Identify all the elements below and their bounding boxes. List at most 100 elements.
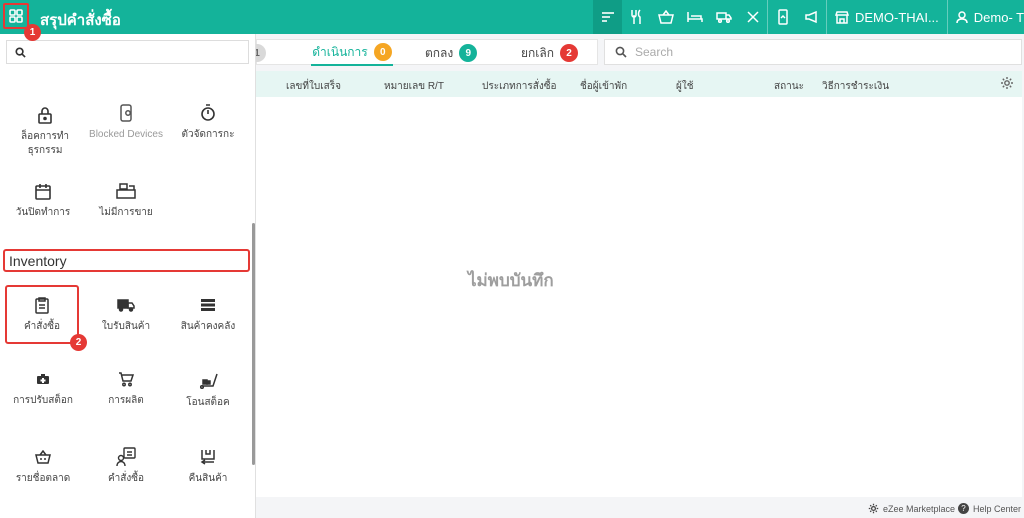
property-selector[interactable]: DEMO-THAI... xyxy=(827,10,947,25)
column-header[interactable]: หมายเลข R/T xyxy=(384,79,444,94)
menu-item-blocked-devices[interactable]: Blocked Devices xyxy=(86,102,166,142)
footer: eZee Marketplace ? Help Center xyxy=(256,500,1024,518)
empty-state-text: ไม่พบบันทึก xyxy=(468,271,554,290)
menu-item-label: โอนสต็อค xyxy=(186,397,230,408)
menu-item-label: Blocked Devices xyxy=(89,129,163,140)
mobile-nav-button[interactable] xyxy=(768,0,797,34)
column-header[interactable]: ผู้ใช้ xyxy=(676,79,694,94)
truck-icon xyxy=(715,12,732,23)
menu-item-label: คำสั่งซื้อ xyxy=(23,321,61,332)
cart-icon xyxy=(119,372,134,387)
tab-count-badge: 0 xyxy=(373,43,392,61)
column-header[interactable]: สถานะ xyxy=(774,79,804,94)
fork-knife-icon xyxy=(630,9,641,24)
step-marker: 1 xyxy=(24,24,41,41)
menu-item-label: สินค้าคงคลัง xyxy=(180,321,236,332)
tab-in-progress[interactable]: ดำเนินการ 0 xyxy=(311,40,393,66)
menu-item-label: คำสั่งซื้อ xyxy=(107,473,145,484)
room-nav-button[interactable] xyxy=(680,0,709,34)
menu-item-label: ล็อคการทำธุรกรรม xyxy=(20,131,70,156)
menu-item-no-sale[interactable]: ไม่มีการขาย xyxy=(86,180,166,220)
app-menu-panel: ล็อคการทำธุรกรรม Blocked Devices ตัวจัดก… xyxy=(0,34,256,518)
menu-item-label: ตัวจัดการกะ xyxy=(181,129,235,140)
megaphone-icon xyxy=(804,10,817,24)
menu-item-stock-adjustment[interactable]: การปรับสต็อก xyxy=(3,368,83,408)
menu-item-stock-inventory[interactable]: สินค้าคงคลัง xyxy=(168,294,248,334)
column-header[interactable]: วิธีการชำระเงิน xyxy=(822,79,889,94)
mobile-icon xyxy=(777,9,788,25)
blocked-device-icon xyxy=(120,104,132,122)
user-menu[interactable]: Demo- Thail... xyxy=(948,10,1024,25)
basket-icon xyxy=(657,10,674,24)
help-label: Help Center xyxy=(973,503,1022,514)
tab-count-badge: 9 xyxy=(459,44,478,62)
menu-item-label: ไม่มีการขาย xyxy=(99,207,153,218)
menu-item-purchase-order-user[interactable]: คำสั่งซื้อ xyxy=(86,446,166,486)
menu-item-label: การผลิต xyxy=(108,395,144,406)
tab-label: ดำเนินการ xyxy=(312,44,368,59)
tools-icon xyxy=(746,11,759,23)
section-inventory: Inventory xyxy=(3,249,250,272)
menu-search-input[interactable] xyxy=(32,45,232,59)
sort-lines-icon xyxy=(601,12,614,22)
app-menu-button[interactable] xyxy=(3,3,29,29)
search-icon xyxy=(15,46,26,58)
basket-icon xyxy=(35,450,51,464)
grid-icon xyxy=(9,9,23,23)
user-order-icon xyxy=(116,447,136,467)
menu-item-production[interactable]: การผลิต xyxy=(86,368,166,408)
medkit-icon xyxy=(37,374,49,384)
tab-cancelled[interactable]: ยกเลิก 2 xyxy=(521,40,579,66)
menu-item-purchase-order[interactable]: คำสั่งซื้อ xyxy=(2,294,82,334)
page-title: สรุปคำสั่งซื้อ xyxy=(40,12,121,29)
help-icon: ? xyxy=(958,503,969,514)
menu-item-shift-manager[interactable]: ตัวจัดการกะ xyxy=(168,102,248,142)
delivery-nav-button[interactable] xyxy=(709,0,738,34)
column-header[interactable]: เลขที่ใบเสร็จ xyxy=(286,79,341,94)
search-icon xyxy=(615,46,627,58)
menu-item-closing-day[interactable]: วันปิดทำการ xyxy=(3,180,83,220)
announcement-nav-button[interactable] xyxy=(797,0,826,34)
menu-search xyxy=(6,40,249,64)
clipboard-icon xyxy=(35,296,49,314)
store-icon xyxy=(835,10,849,24)
user-name: Demo- Thail... xyxy=(973,9,1024,25)
tab-approved[interactable]: ตกลง 9 xyxy=(425,40,478,66)
marketplace-link[interactable]: eZee Marketplace xyxy=(868,503,955,514)
calendar-icon xyxy=(35,183,51,200)
status-tabs: 1 ดำเนินการ 0 ตกลง 9 ยกเลิก 2 xyxy=(248,39,598,66)
search-input[interactable] xyxy=(635,45,995,59)
menu-item-label: คืนสินค้า xyxy=(188,473,228,484)
marketplace-label: eZee Marketplace xyxy=(883,503,956,514)
menu-item-stock-transfer[interactable]: โอนสต็อค xyxy=(168,370,248,410)
menu-item-market-list[interactable]: รายชื่อตลาด xyxy=(3,446,83,486)
top-bar: สรุปคำสั่งซื้อ DEMO-THAI... Demo- T xyxy=(0,0,1024,34)
dolly-icon xyxy=(199,373,218,389)
menu-item-transaction-lock[interactable]: ล็อคการทำธุรกรรม xyxy=(5,104,85,158)
menu-item-label: การปรับสต็อก xyxy=(13,395,73,406)
tab-label: ยกเลิก xyxy=(521,45,555,60)
tab-count-badge: 2 xyxy=(560,44,579,62)
menu-item-goods-receipt[interactable]: ใบรับสินค้า xyxy=(86,294,166,334)
menu-scrollbar[interactable] xyxy=(252,223,255,465)
column-header[interactable]: ชื่อผู้เข้าพัก xyxy=(580,79,627,94)
user-icon xyxy=(956,10,968,23)
restaurant-nav-button[interactable] xyxy=(622,0,651,34)
stopwatch-icon xyxy=(201,104,215,121)
orders-nav-button[interactable] xyxy=(593,0,622,34)
menu-item-label: ใบรับสินค้า xyxy=(101,321,151,332)
menu-item-label: รายชื่อตลาด xyxy=(15,473,71,484)
menu-item-return-goods[interactable]: คืนสินค้า xyxy=(168,446,248,486)
cash-register-icon xyxy=(116,183,136,199)
orders-search xyxy=(604,39,1022,65)
help-center-link[interactable]: ? Help Center xyxy=(958,503,1021,514)
return-icon xyxy=(200,450,215,465)
step-marker: 2 xyxy=(70,334,87,351)
truck-icon xyxy=(117,299,135,312)
column-header[interactable]: ประเภทการสั่งซื้อ xyxy=(482,79,557,94)
gear-icon[interactable] xyxy=(1000,76,1014,90)
tools-nav-button[interactable] xyxy=(738,0,767,34)
tab-label: ตกลง xyxy=(425,45,454,60)
basket-nav-button[interactable] xyxy=(651,0,680,34)
table-body: ไม่พบบันทึก xyxy=(256,97,1022,497)
